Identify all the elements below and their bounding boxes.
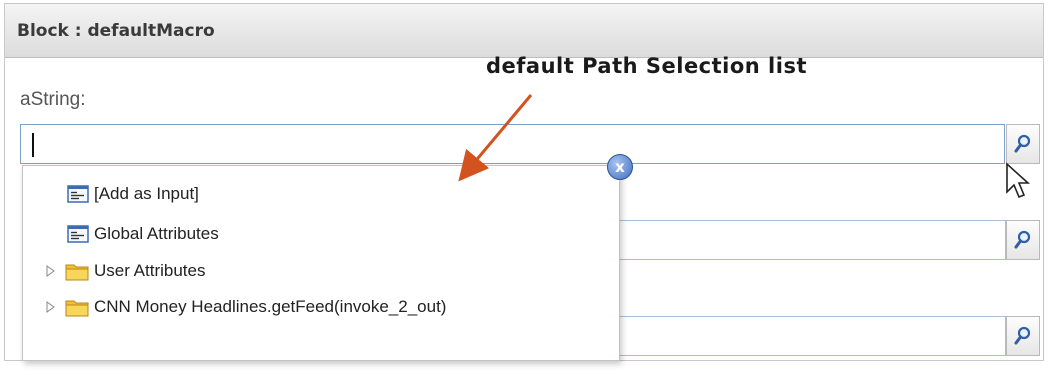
attribute-list-icon (67, 185, 89, 203)
expand-triangle-icon[interactable] (43, 300, 57, 314)
folder-icon (65, 300, 89, 316)
third-input[interactable] (620, 316, 1006, 356)
tree-item-label: User Attributes (94, 261, 206, 280)
close-dropdown-button[interactable]: x (607, 154, 633, 180)
tree-item-global-attributes[interactable]: Global Attributes (67, 221, 219, 247)
tree-item-cnn-money-headlines[interactable]: CNN Money Headlines.getFeed(invoke_2_out… (43, 294, 446, 320)
panel-header: Block : defaultMacro (5, 4, 1043, 58)
text-caret (32, 133, 34, 157)
expand-triangle-icon[interactable] (43, 264, 57, 278)
callout-text: default Path Selection list (486, 54, 807, 78)
search-button[interactable] (1006, 124, 1040, 164)
tree-item-label: CNN Money Headlines.getFeed(invoke_2_out… (94, 297, 447, 316)
tree-item-label: Global Attributes (94, 224, 219, 243)
search-icon (1014, 230, 1031, 249)
path-selection-dropdown: [Add as Input] Global Attributes User At… (22, 165, 620, 361)
attribute-list-icon (67, 225, 89, 243)
folder-icon (65, 264, 89, 280)
tree-item-user-attributes[interactable]: User Attributes (43, 258, 206, 284)
search-button-2[interactable] (1006, 220, 1040, 260)
search-icon (1014, 134, 1031, 153)
astring-input[interactable] (20, 124, 1005, 164)
panel-title: Block : defaultMacro (17, 21, 215, 41)
tree-item-add-as-input[interactable]: [Add as Input] (67, 181, 199, 207)
tree-item-label: [Add as Input] (94, 184, 199, 203)
search-icon (1014, 326, 1031, 345)
mouse-cursor-icon (1006, 162, 1031, 199)
field-label-astring: aString: (20, 89, 86, 110)
search-button-3[interactable] (1006, 316, 1040, 356)
second-input[interactable] (620, 220, 1006, 260)
